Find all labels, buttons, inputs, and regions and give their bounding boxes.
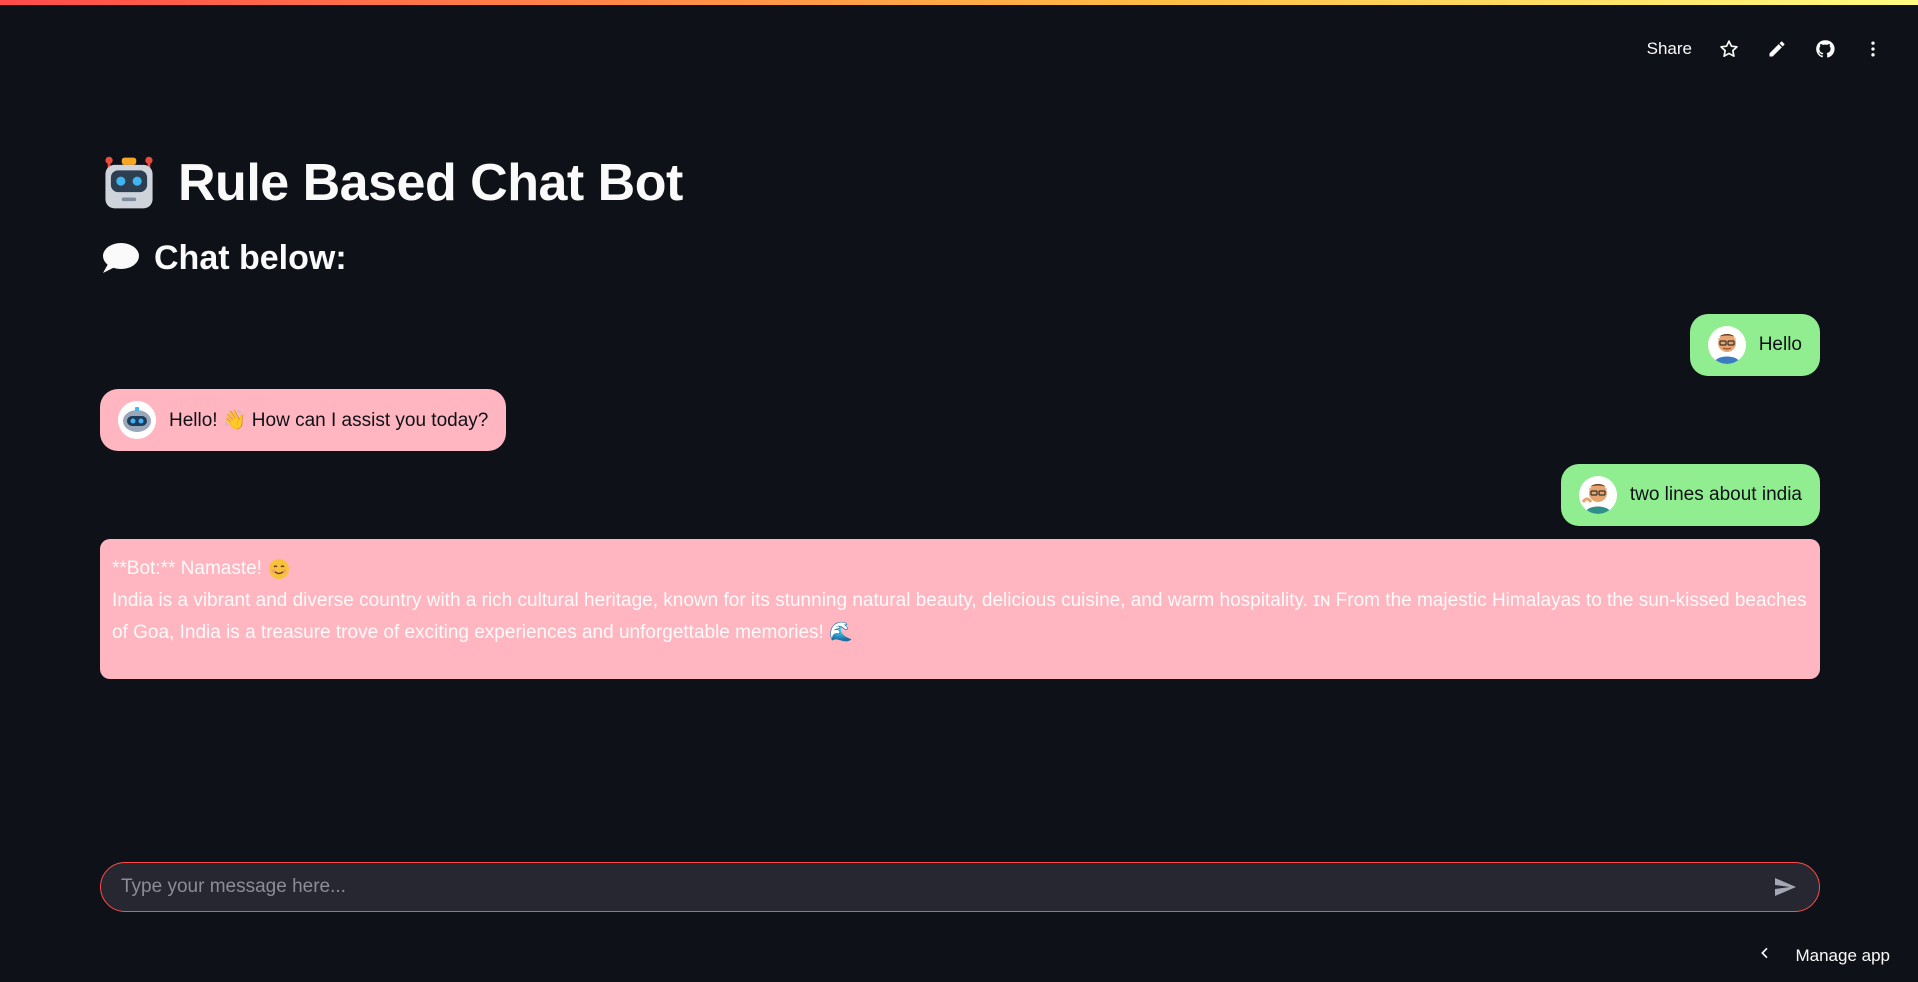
speech-balloon-icon (100, 240, 140, 276)
bot-message-body: India is a vibrant and diverse country w… (112, 590, 1807, 643)
manage-app-button[interactable]: Manage app (1757, 945, 1890, 966)
bot-message: Hello! 👋 How can I assist you today? (100, 389, 507, 451)
send-icon[interactable] (1771, 873, 1799, 901)
bot-message-prefix: **Bot:** Namaste! (112, 558, 262, 579)
bot-avatar-icon (118, 401, 156, 439)
bot-message-long: **Bot:** Namaste! India is a vibrant and… (100, 539, 1820, 679)
star-icon[interactable] (1718, 38, 1740, 60)
user-avatar-icon (1578, 476, 1617, 514)
message-text: Hello (1758, 334, 1802, 355)
message-text: two lines about india (1629, 484, 1802, 505)
edit-icon[interactable] (1766, 38, 1788, 60)
title-row: Rule Based Chat Bot (100, 150, 1820, 216)
chevron-left-icon (1757, 945, 1773, 966)
robot-emoji-icon (100, 154, 158, 212)
main-content: Rule Based Chat Bot Chat below: Hello He… (100, 150, 1820, 679)
chat-input-container (100, 862, 1820, 912)
chat-messages: Hello Hello! 👋 How can I assist you toda… (100, 314, 1820, 854)
user-message: Hello (1689, 314, 1820, 376)
subtitle-row: Chat below: (100, 236, 1820, 280)
user-avatar-icon (1707, 326, 1746, 364)
user-message: two lines about india (1560, 464, 1820, 526)
chat-input[interactable] (121, 876, 1771, 898)
github-icon[interactable] (1814, 38, 1836, 60)
page-title: Rule Based Chat Bot (178, 154, 683, 212)
bot-message-header: **Bot:** Namaste! (112, 553, 1808, 585)
manage-app-label: Manage app (1795, 945, 1890, 965)
page-subtitle: Chat below: (154, 238, 347, 277)
smiling-face-icon (268, 558, 290, 580)
app-toolbar: Share (1647, 36, 1884, 62)
more-vertical-icon[interactable] (1862, 38, 1884, 60)
top-decoration-bar (0, 0, 1918, 5)
message-text: Hello! 👋 How can I assist you today? (169, 410, 489, 431)
share-button[interactable]: Share (1647, 39, 1692, 59)
